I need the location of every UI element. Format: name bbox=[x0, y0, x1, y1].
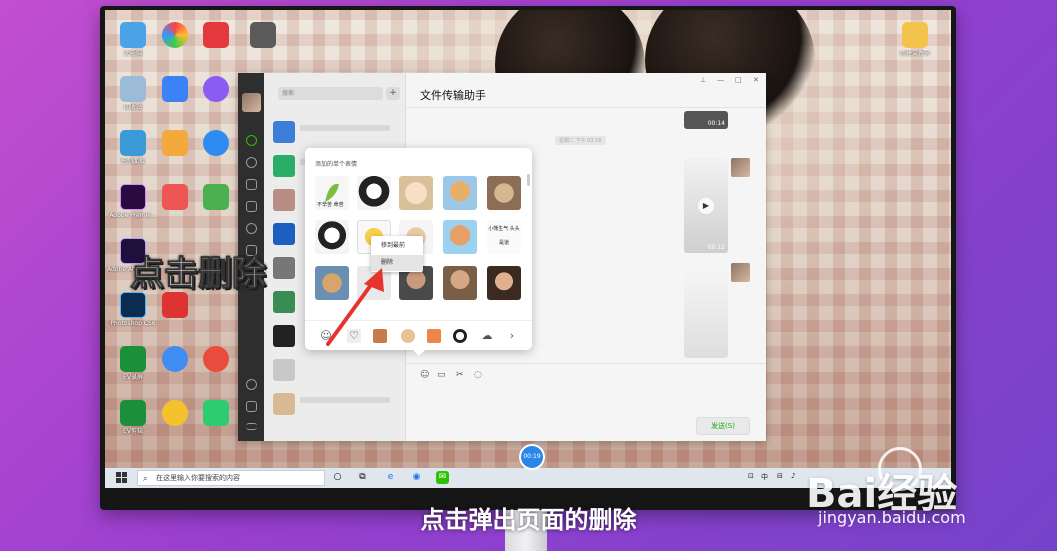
sticker[interactable] bbox=[357, 176, 391, 210]
scrollbar[interactable] bbox=[527, 174, 530, 186]
send-button[interactable]: 发送(S) bbox=[696, 417, 750, 435]
favorites-icon[interactable] bbox=[246, 179, 257, 190]
conversation-avatar[interactable] bbox=[273, 325, 295, 347]
sticker[interactable] bbox=[443, 266, 477, 300]
windows-start-icon[interactable] bbox=[116, 472, 127, 483]
search-input[interactable]: 搜索 bbox=[278, 87, 383, 100]
timestamp: 星期二 下午 03:16 bbox=[555, 136, 606, 145]
input-area[interactable]: ☺ ▭ ✂ ◌ 发送(S) bbox=[406, 363, 766, 441]
desktop-icon[interactable] bbox=[190, 76, 242, 102]
video-duration: 00:14 bbox=[707, 120, 725, 127]
phone-icon[interactable] bbox=[246, 401, 257, 412]
conversation-preview bbox=[300, 125, 390, 131]
annotation-arrow-icon bbox=[326, 268, 384, 346]
cortana-icon[interactable]: ○ bbox=[331, 471, 344, 484]
scissors-icon[interactable]: ✂ bbox=[456, 370, 464, 380]
avatar bbox=[731, 263, 750, 282]
taskbar-search-input[interactable]: ⌕ 在这里输入你要搜索的内容 bbox=[137, 470, 325, 486]
sticker[interactable] bbox=[443, 176, 477, 210]
desktop-icon[interactable] bbox=[190, 130, 242, 156]
desktop-icon[interactable] bbox=[190, 346, 242, 372]
conversation-preview bbox=[300, 397, 390, 403]
video-duration: 00:12 bbox=[707, 244, 725, 251]
contacts-icon[interactable] bbox=[246, 157, 257, 168]
annotation-label: 点击删除 bbox=[130, 254, 267, 295]
pin-icon[interactable]: ⊥ bbox=[700, 76, 706, 84]
conversation-avatar[interactable] bbox=[273, 393, 295, 415]
cloud-tab-icon[interactable]: ☁ bbox=[480, 329, 494, 343]
folder-icon[interactable] bbox=[246, 201, 257, 212]
conversation-avatar[interactable] bbox=[273, 223, 295, 245]
network-icon[interactable]: ⊟ bbox=[777, 472, 783, 480]
moments-icon[interactable] bbox=[246, 223, 257, 234]
play-icon[interactable]: ▶ bbox=[698, 197, 714, 214]
emoji-icon[interactable]: ☺ bbox=[420, 370, 429, 380]
video-message[interactable]: 00:14 bbox=[684, 111, 728, 129]
sticker[interactable] bbox=[487, 266, 521, 300]
chat-title: 文件传输助手 bbox=[420, 89, 486, 102]
desktop-icon[interactable] bbox=[190, 400, 242, 426]
conversation-avatar[interactable] bbox=[273, 189, 295, 211]
desktop-icon[interactable] bbox=[190, 22, 242, 48]
avatar bbox=[731, 158, 750, 177]
mini-program-icon[interactable] bbox=[246, 379, 257, 390]
chevron-right-icon[interactable]: › bbox=[505, 329, 519, 343]
add-button[interactable]: + bbox=[386, 87, 400, 100]
conversation-avatar[interactable] bbox=[273, 121, 295, 143]
maximize-icon[interactable]: □ bbox=[735, 76, 742, 84]
task-view-icon[interactable]: ⧉ bbox=[356, 471, 369, 484]
close-icon[interactable]: ✕ bbox=[753, 76, 759, 84]
conversation-avatar[interactable] bbox=[273, 155, 295, 177]
menu-icon[interactable] bbox=[246, 423, 257, 430]
sticker[interactable] bbox=[399, 176, 433, 210]
sticker-pack-tab[interactable] bbox=[453, 329, 467, 343]
chat-history-icon[interactable]: ◌ bbox=[474, 370, 482, 380]
conversation-avatar[interactable] bbox=[273, 359, 295, 381]
sticker-panel-title: 添加的单个表情 bbox=[315, 161, 358, 168]
avatar[interactable] bbox=[242, 93, 261, 112]
desktop-icon[interactable] bbox=[237, 22, 289, 48]
minimize-icon[interactable]: — bbox=[717, 76, 724, 84]
divider bbox=[406, 107, 766, 108]
desktop-folder[interactable]: 新建文件夹 bbox=[889, 22, 941, 57]
sticker[interactable] bbox=[443, 220, 477, 254]
desktop-icon[interactable] bbox=[149, 292, 201, 318]
edge-icon[interactable]: e bbox=[384, 471, 397, 484]
sticker[interactable]: 不辛苦 命苦 bbox=[315, 176, 349, 210]
sticker[interactable] bbox=[315, 220, 349, 254]
sticker-pack-tab[interactable] bbox=[401, 329, 415, 343]
sticker[interactable]: 小熊生气 头头是道 bbox=[487, 220, 521, 254]
tray-icon[interactable]: ⊡ bbox=[748, 472, 754, 480]
search-icon: ⌕ bbox=[143, 474, 148, 483]
conversation-avatar[interactable] bbox=[273, 257, 295, 279]
recording-timer: 00:19 bbox=[519, 444, 545, 470]
wechat-taskbar-icon[interactable]: ✉ bbox=[436, 471, 449, 484]
browser-icon[interactable]: ◉ bbox=[410, 471, 423, 484]
conversation-avatar[interactable] bbox=[273, 291, 295, 313]
image-message[interactable] bbox=[684, 263, 728, 358]
move-to-front-menu-item[interactable]: 移到最前 bbox=[371, 238, 423, 254]
chat-icon[interactable] bbox=[246, 135, 257, 146]
subtitle-caption: 点击弹出页面的删除 bbox=[420, 506, 637, 534]
desktop-icon[interactable] bbox=[190, 184, 242, 210]
video-message[interactable]: ▶ 00:12 bbox=[684, 158, 728, 253]
sticker-pack-tab[interactable] bbox=[427, 329, 441, 343]
sticker[interactable] bbox=[487, 176, 521, 210]
folder-icon[interactable]: ▭ bbox=[437, 370, 446, 380]
input-method-indicator[interactable]: 中 bbox=[761, 472, 768, 482]
volume-icon[interactable]: ♪ bbox=[791, 472, 795, 480]
